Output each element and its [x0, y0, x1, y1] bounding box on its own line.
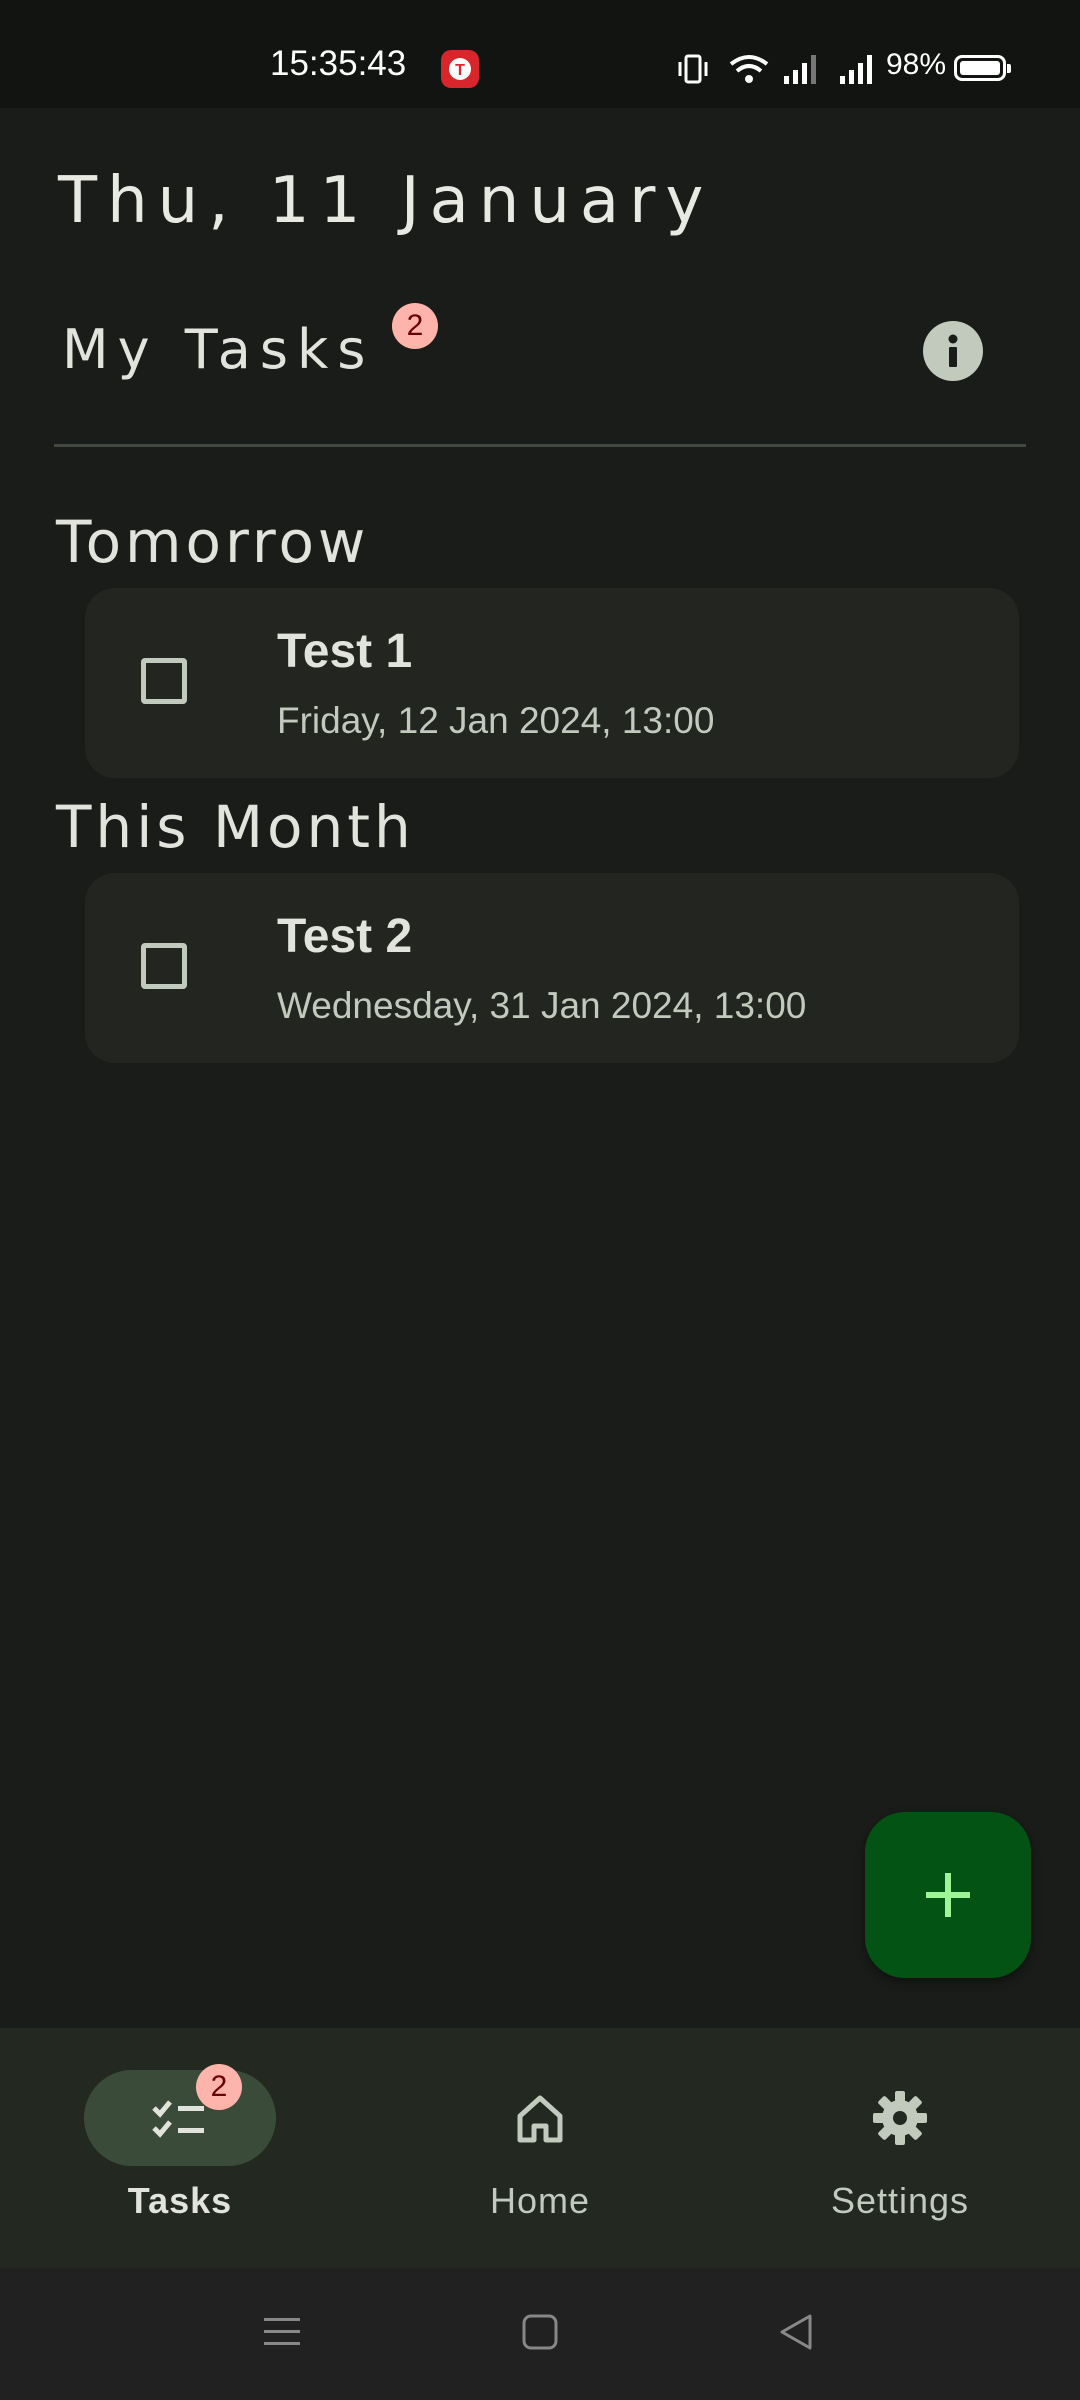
task-checkbox[interactable]: [141, 658, 187, 704]
wifi-icon: [729, 55, 769, 83]
app-notification-icon: T: [441, 50, 479, 88]
menu-icon[interactable]: [262, 2312, 302, 2352]
add-task-button[interactable]: [865, 1812, 1031, 1978]
nav-label: Home: [489, 2180, 591, 2221]
back-icon[interactable]: [776, 2312, 816, 2352]
gear-icon: [870, 2088, 930, 2148]
status-bar: 15:35:43 T 98%: [0, 0, 1080, 108]
battery-icon: [954, 55, 1011, 81]
task-card[interactable]: Test 1 Friday, 12 Jan 2024, 13:00: [85, 588, 1019, 778]
task-due-date: Wednesday, 31 Jan 2024, 13:00: [277, 985, 807, 1026]
nav-item-tasks[interactable]: 2 Tasks: [0, 2028, 360, 2268]
nav-label: Settings: [830, 2180, 970, 2221]
info-icon: [948, 334, 958, 367]
bottom-navigation: 2 Tasks Home Settings: [0, 2028, 1080, 2268]
home-icon: [510, 2088, 570, 2148]
task-card[interactable]: Test 2 Wednesday, 31 Jan 2024, 13:00: [85, 873, 1019, 1063]
date-title: Thu, 11 January: [58, 164, 714, 238]
task-title: Test 1: [277, 625, 413, 678]
svg-text:T: T: [455, 62, 465, 79]
signal-icon: [840, 55, 872, 84]
info-button[interactable]: [923, 321, 983, 381]
task-due-date: Friday, 12 Jan 2024, 13:00: [277, 700, 715, 741]
nav-item-settings[interactable]: Settings: [720, 2028, 1080, 2268]
task-title: Test 2: [277, 910, 413, 963]
battery-percentage: 98%: [886, 48, 947, 81]
nav-badge: 2: [196, 2064, 242, 2110]
home-square-icon[interactable]: [520, 2312, 560, 2352]
nav-item-home[interactable]: Home: [360, 2028, 720, 2268]
signal-icon: [784, 55, 816, 84]
status-time: 15:35:43: [270, 44, 407, 83]
system-navigation-bar: [0, 2268, 1080, 2400]
plus-icon: [926, 1873, 970, 1917]
task-count-badge: 2: [392, 303, 438, 349]
nav-label: Tasks: [127, 2180, 233, 2221]
section-title-this-month: This Month: [56, 793, 415, 861]
section-title-tomorrow: Tomorrow: [56, 508, 370, 576]
page-title: My Tasks: [62, 318, 375, 381]
task-checkbox[interactable]: [141, 943, 187, 989]
divider: [54, 444, 1026, 447]
vibrate-icon: [678, 54, 708, 84]
